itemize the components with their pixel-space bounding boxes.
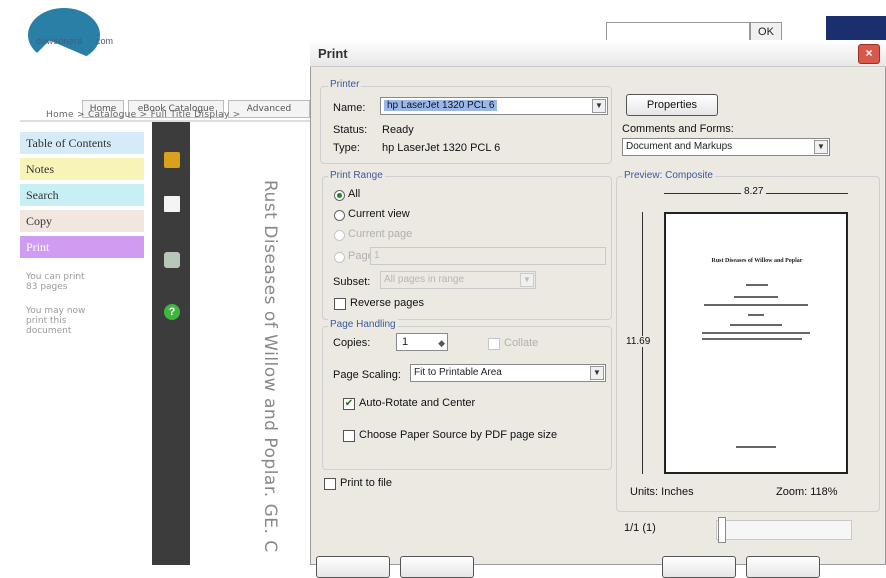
stepper-arrows-icon: ◆ (438, 338, 445, 348)
printer-group-label: Printer (328, 79, 362, 90)
reverse-pages-checkbox[interactable] (334, 298, 346, 310)
preview-page-title: Rust Diseases of Willow and Poplar (711, 258, 803, 264)
site-logo-swoosh (28, 8, 100, 62)
print-range-label: Print Range (328, 170, 385, 181)
chevron-down-icon: ▼ (520, 273, 534, 287)
copies-stepper[interactable]: 1 ◆ (396, 333, 448, 351)
preview-text-line (748, 314, 764, 316)
site-logo-text: dawsonera (36, 36, 83, 46)
ok-button[interactable] (662, 556, 736, 578)
subset-value: All pages in range (384, 274, 465, 285)
print-to-file-label: Print to file (340, 477, 392, 489)
preview-height-value: 11.69 (626, 336, 651, 347)
preview-label: Preview: Composite (622, 170, 715, 181)
collate-checkbox[interactable] (488, 338, 500, 350)
preview-text-line (702, 332, 810, 334)
document-title-vertical: Rust Diseases of Willow and Poplar. GE. … (260, 180, 280, 553)
lock-icon[interactable] (164, 152, 180, 168)
copies-value: 1 (402, 336, 409, 348)
sidebar-item-copy[interactable]: Copy (20, 210, 144, 232)
preview-page-slider[interactable] (716, 520, 852, 540)
subset-label: Subset: (333, 276, 371, 288)
preview-text-line (704, 304, 808, 306)
reverse-pages-label: Reverse pages (350, 297, 424, 309)
print-range-current-view-label: Current view (348, 208, 410, 220)
preview-text-line (746, 284, 768, 286)
dialog-title: Print (318, 46, 348, 61)
comments-forms-value: Document and Markups (626, 141, 733, 152)
print-range-all-label: All (348, 188, 361, 200)
choose-paper-label: Choose Paper Source by PDF page size (359, 429, 558, 441)
page-scaling-value: Fit to Printable Area (414, 367, 502, 378)
sidebar-item-search[interactable]: Search (20, 184, 144, 206)
site-search-input[interactable] (606, 22, 750, 42)
preview-text-line (702, 338, 802, 340)
print-range-current-view-radio[interactable] (334, 210, 345, 221)
printer-name-select[interactable]: hp LaserJet 1320 PCL 6 ▼ (380, 97, 608, 115)
page-icon[interactable] (164, 196, 180, 212)
chevron-down-icon: ▼ (814, 140, 828, 154)
print-range-current-page-radio[interactable] (334, 230, 345, 241)
printer-status-value: Ready (382, 124, 414, 136)
preview-page: Rust Diseases of Willow and Poplar (664, 212, 848, 474)
auto-rotate-checkbox[interactable]: ✔ (343, 398, 355, 410)
sidebar-item-notes[interactable]: Notes (20, 158, 144, 180)
dialog-bottom-button-1[interactable] (316, 556, 390, 578)
copies-label: Copies: (333, 337, 371, 349)
properties-button[interactable]: Properties (626, 94, 718, 116)
subset-select[interactable]: All pages in range ▼ (380, 271, 536, 289)
print-allowed-note: You may now print this document (26, 306, 86, 336)
page-scaling-label: Page Scaling: (333, 369, 401, 381)
printer-status-label: Status: (333, 124, 368, 136)
pages-input[interactable]: 1 (370, 247, 606, 265)
choose-paper-checkbox[interactable] (343, 430, 355, 442)
printer-name-value: hp LaserJet 1320 PCL 6 (384, 100, 498, 111)
page-scaling-select[interactable]: Fit to Printable Area ▼ (410, 364, 606, 382)
preview-units: Units: Inches (630, 486, 694, 498)
print-range-current-page-label: Current page (348, 228, 413, 240)
auto-rotate-label: Auto-Rotate and Center (359, 397, 476, 409)
preview-text-line (734, 296, 778, 298)
preview-zoom: Zoom: 118% (776, 486, 838, 498)
preview-page-counter: 1/1 (1) (624, 522, 656, 534)
preview-page-slider-thumb[interactable] (718, 517, 726, 543)
print-range-all-radio[interactable] (334, 190, 345, 201)
print-range-pages-radio[interactable] (334, 252, 345, 263)
print-to-file-checkbox[interactable] (324, 478, 336, 490)
printer-name-label: Name: (333, 102, 366, 114)
dialog-bottom-button-2[interactable] (400, 556, 474, 578)
reader-toolbar (152, 122, 190, 565)
comments-forms-select[interactable]: Document and Markups ▼ (622, 138, 830, 156)
printer-type-label: Type: (333, 142, 360, 154)
pages-input-value: 1 (374, 250, 380, 261)
preview-text-line (730, 324, 782, 326)
collate-label: Collate (504, 337, 539, 349)
page-handling-label: Page Handling (328, 319, 398, 330)
site-logo-text-suffix: com (96, 36, 114, 46)
chevron-down-icon: ▼ (592, 99, 606, 113)
preview-text-line (736, 446, 776, 448)
dialog-titlebar[interactable] (310, 40, 886, 67)
cancel-button[interactable] (746, 556, 820, 578)
sidebar-item-print[interactable]: Print (20, 236, 144, 258)
binoculars-icon[interactable] (164, 252, 180, 268)
close-button[interactable]: × (858, 44, 880, 64)
printer-type-value: hp LaserJet 1320 PCL 6 (382, 142, 501, 154)
breadcrumb: Home > Catalogue > Full Title Display > (46, 110, 241, 120)
help-icon[interactable]: ? (164, 304, 180, 320)
chevron-down-icon: ▼ (590, 366, 604, 380)
comments-forms-label: Comments and Forms: (622, 123, 734, 135)
print-pages-note: You can print 83 pages (26, 272, 85, 292)
sidebar-item-table-of-contents[interactable]: Table of Contents (20, 132, 144, 154)
site-search-ok-button[interactable]: OK (750, 22, 782, 42)
preview-width-value: 8.27 (741, 186, 767, 197)
